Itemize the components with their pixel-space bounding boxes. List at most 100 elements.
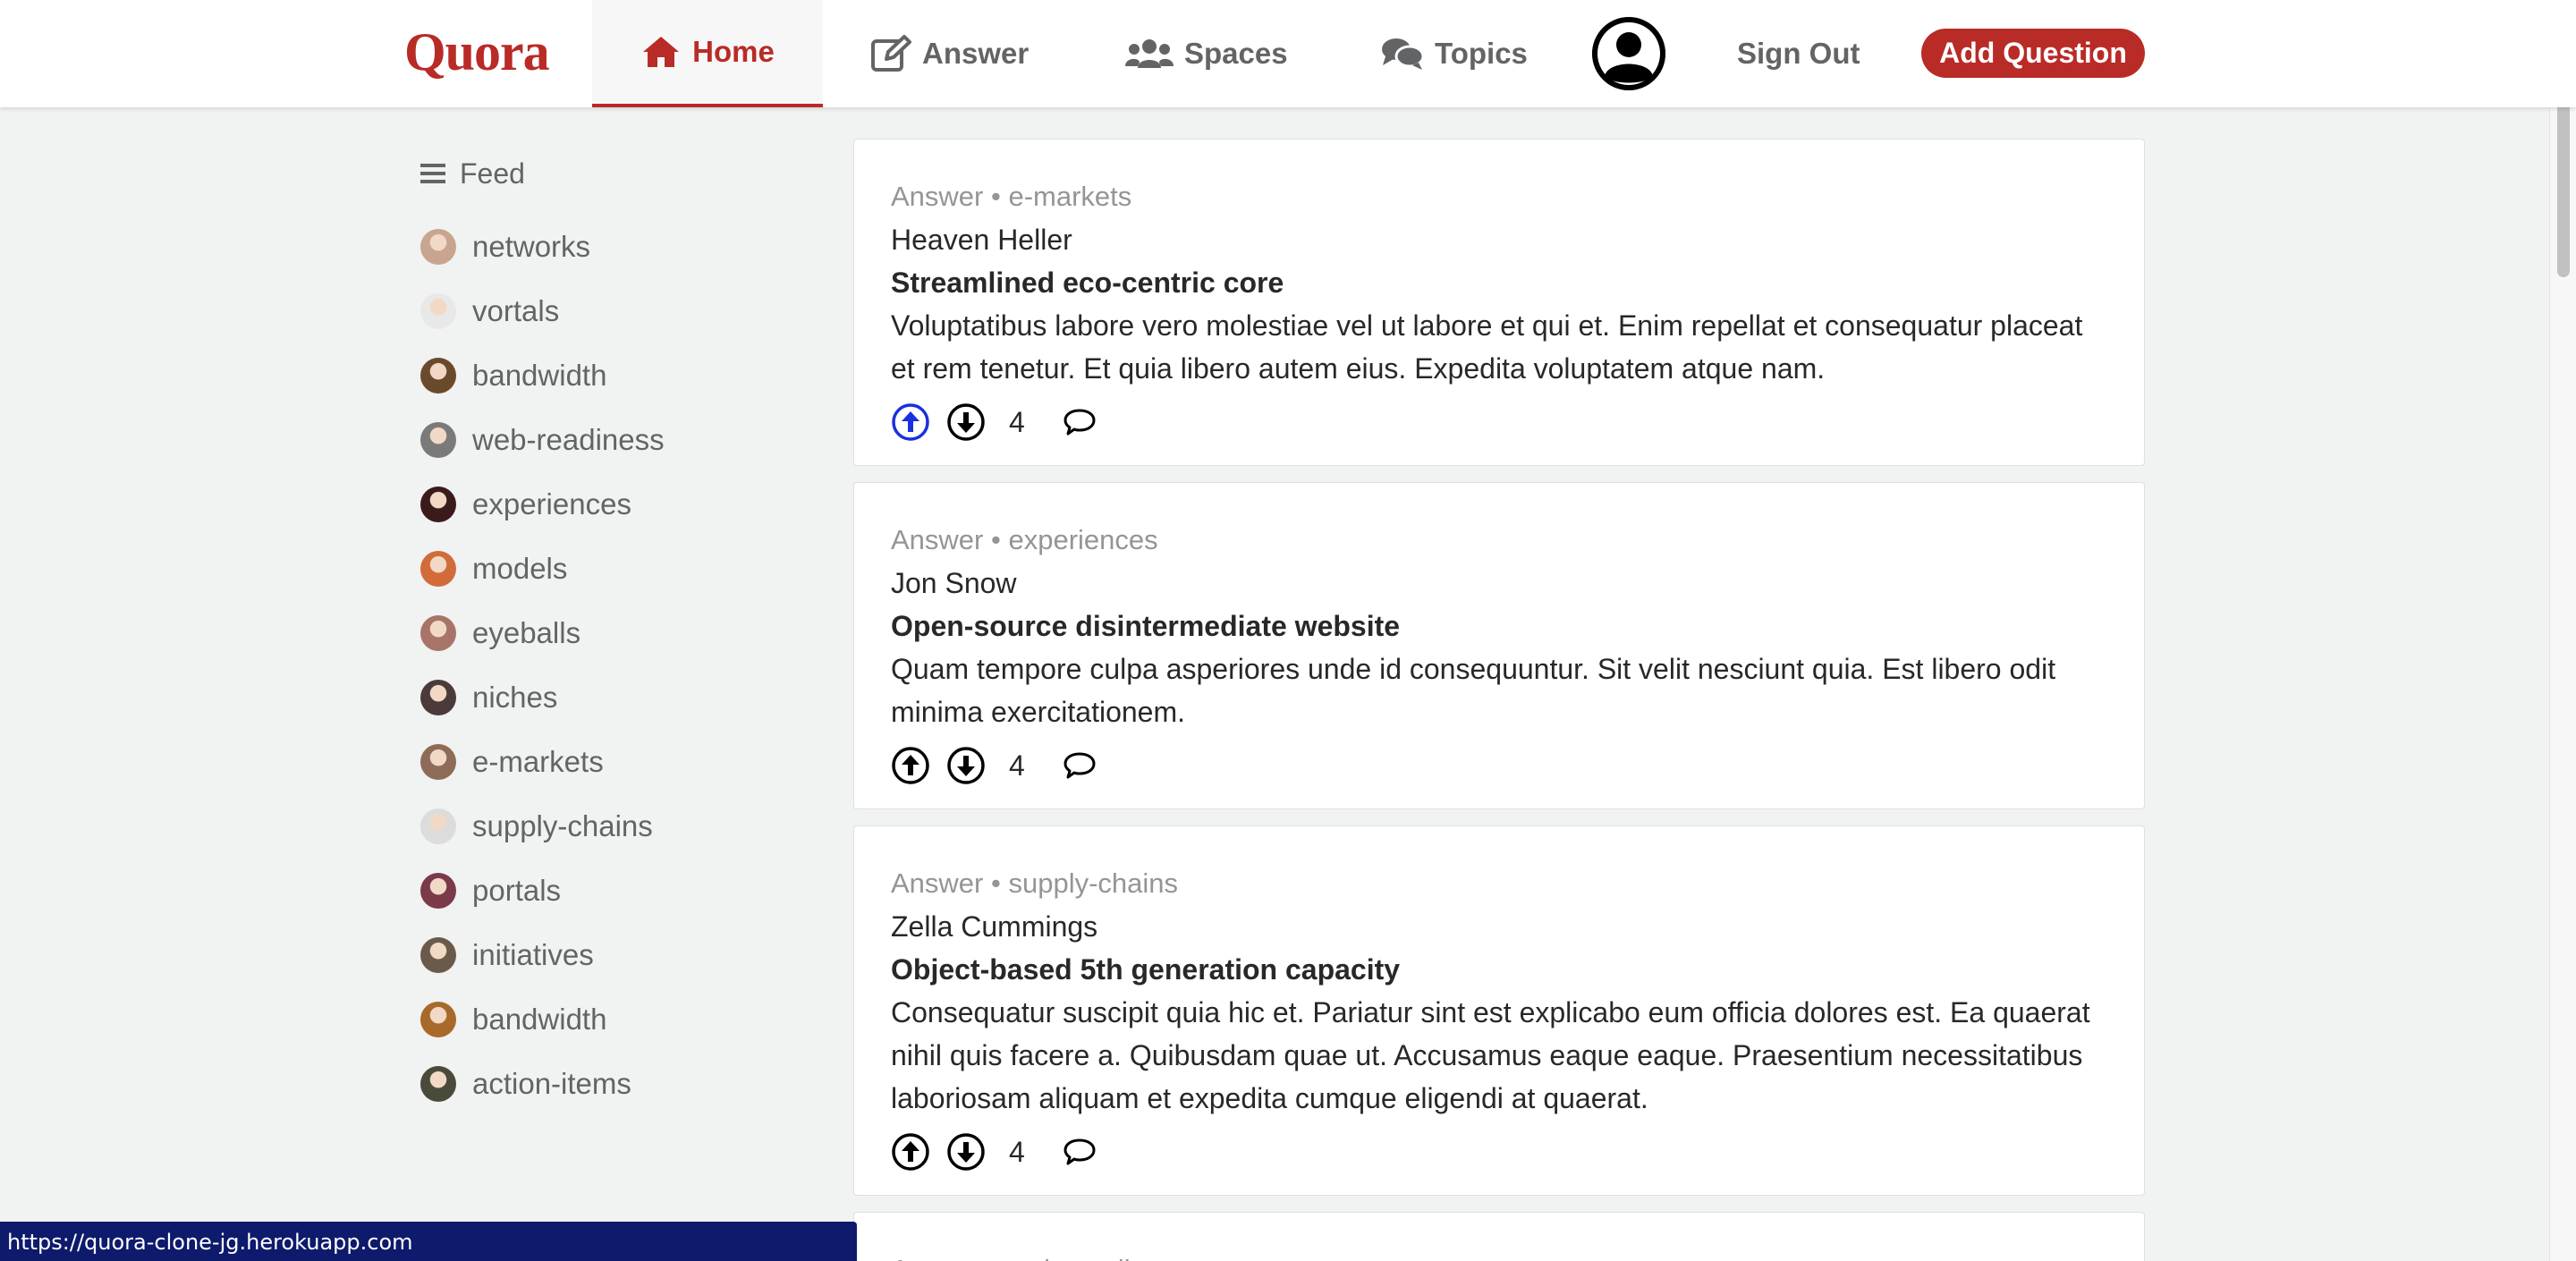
menu-icon	[420, 164, 445, 183]
card-type: Answer	[891, 867, 984, 899]
nav-answer[interactable]: Answer	[870, 0, 1029, 107]
card-topic[interactable]: experiences	[1008, 524, 1157, 555]
upvote-icon[interactable]	[891, 402, 930, 442]
topic-avatar	[420, 937, 456, 973]
sidebar-item-label: supply-chains	[472, 809, 653, 842]
topic-avatar	[420, 358, 456, 394]
topic-avatar	[420, 615, 456, 651]
sidebar-item-supply-chains[interactable]: supply-chains	[420, 794, 796, 859]
sidebar-item-eyeballs[interactable]: eyeballs	[420, 601, 796, 665]
sidebar-feed[interactable]: Feed	[420, 152, 796, 195]
sidebar-item-initiatives[interactable]: initiatives	[420, 923, 796, 987]
comment-icon[interactable]	[1063, 749, 1097, 783]
sidebar-item-label: niches	[472, 681, 558, 714]
card-author[interactable]: Heaven Heller	[891, 218, 2108, 261]
card-topic[interactable]: web-readiness	[1008, 1254, 1189, 1261]
downvote-icon[interactable]	[946, 402, 986, 442]
sidebar-item-bandwidth[interactable]: bandwidth	[420, 343, 796, 408]
nav-home[interactable]: Home	[592, 0, 823, 107]
sidebar-item-experiences[interactable]: experiences	[420, 472, 796, 537]
sidebar-item-label: portals	[472, 874, 562, 907]
card-body: Voluptatibus labore vero molestiae vel u…	[891, 309, 2083, 385]
answer-card: Answer • experiences Jon Snow Open-source …	[853, 482, 2145, 809]
topic-avatar	[420, 744, 456, 780]
add-question-button[interactable]: Add Question	[1921, 29, 2145, 78]
sidebar-item-label: action-items	[472, 1067, 631, 1100]
nav-spaces[interactable]: Spaces	[1125, 0, 1288, 107]
card-meta: Answer • experiences	[891, 524, 1158, 555]
sidebar-item-label: initiatives	[472, 938, 594, 971]
sidebar-item-portals[interactable]: portals	[420, 859, 796, 923]
sidebar-item-networks[interactable]: networks	[420, 215, 796, 279]
sidebar-item-action-items[interactable]: action-items	[420, 1052, 796, 1116]
card-actions: 4	[891, 744, 2108, 787]
card-title[interactable]: Open-source disintermediate website	[891, 605, 2108, 647]
answer-card: Answer • e-markets Heaven Heller Streamlin…	[853, 139, 2145, 466]
upvote-icon[interactable]	[891, 1132, 930, 1172]
topic-avatar	[420, 1066, 456, 1102]
link-status-bar: https://quora-clone-jg.herokuapp.com	[0, 1222, 857, 1261]
sidebar-item-label: web-readiness	[472, 423, 665, 456]
card-actions: 4	[891, 401, 2108, 444]
answer-feed: Answer • e-markets Heaven Heller Streamlin…	[853, 139, 2145, 1261]
comments-icon	[1382, 38, 1424, 70]
topic-avatar	[420, 551, 456, 587]
card-title[interactable]: Streamlined eco-centric core	[891, 261, 2108, 304]
sidebar-item-label: e-markets	[472, 745, 604, 778]
vote-count: 4	[1009, 1135, 1025, 1168]
card-author[interactable]: Zella Cummings	[891, 905, 2108, 948]
topic-avatar	[420, 487, 456, 522]
sidebar-item-label: networks	[472, 230, 591, 263]
sidebar-item-label: models	[472, 552, 568, 585]
card-topic[interactable]: e-markets	[1008, 181, 1131, 212]
comment-icon[interactable]	[1063, 1135, 1097, 1169]
card-meta: Answer • web-readiness	[891, 1248, 2108, 1261]
sidebar-item-bandwidth[interactable]: bandwidth	[420, 987, 796, 1052]
nav-answer-label: Answer	[922, 37, 1030, 70]
topic-avatar	[420, 229, 456, 265]
sign-out-link[interactable]: Sign Out	[1737, 0, 1860, 107]
card-body: Quam tempore culpa asperiores unde id co…	[891, 653, 2056, 728]
downvote-icon[interactable]	[946, 746, 986, 785]
sidebar-item-vortals[interactable]: vortals	[420, 279, 796, 343]
card-author[interactable]: Jon Snow	[891, 562, 2108, 605]
sidebar-item-web-readiness[interactable]: web-readiness	[420, 408, 796, 472]
answer-card: Answer • supply-chains Zella Cummings Obje…	[853, 825, 2145, 1196]
sidebar-item-label: experiences	[472, 487, 631, 520]
topic-avatar	[420, 808, 456, 844]
sidebar-item-label: bandwidth	[472, 359, 607, 392]
page-scrollbar[interactable]	[2549, 0, 2576, 1261]
card-type: Answer	[891, 524, 984, 555]
sidebar-item-label: vortals	[472, 294, 560, 327]
nav-spaces-label: Spaces	[1184, 37, 1288, 70]
card-topic[interactable]: supply-chains	[1008, 867, 1178, 899]
sidebar-feed-label: Feed	[460, 157, 525, 190]
sidebar-item-e-markets[interactable]: e-markets	[420, 730, 796, 794]
vote-count: 4	[1009, 749, 1025, 782]
sidebar-item-label: bandwidth	[472, 1003, 607, 1036]
answer-card: Answer • web-readiness	[853, 1212, 2145, 1261]
card-title[interactable]: Object-based 5th generation capacity	[891, 948, 2108, 991]
users-icon	[1125, 39, 1174, 68]
topic-avatar	[420, 873, 456, 909]
nav-topics[interactable]: Topics	[1381, 0, 1528, 107]
card-type: Answer	[891, 181, 984, 212]
vote-count: 4	[1009, 405, 1025, 438]
edit-icon	[871, 35, 911, 72]
sidebar-item-label: eyeballs	[472, 616, 581, 649]
top-navbar: Quora Home Answer Spaces Topics Sign Out…	[0, 0, 2576, 107]
quora-logo[interactable]: Quora	[404, 21, 550, 83]
sidebar-item-models[interactable]: models	[420, 537, 796, 601]
comment-icon[interactable]	[1063, 405, 1097, 439]
topic-avatar	[420, 293, 456, 329]
card-meta: Answer • e-markets	[891, 181, 1132, 212]
sidebar: Feed networks vortals bandwidth web-readine…	[420, 152, 796, 1116]
topic-avatar	[420, 680, 456, 715]
sidebar-item-niches[interactable]: niches	[420, 665, 796, 730]
downvote-icon[interactable]	[946, 1132, 986, 1172]
card-body: Consequatur suscipit quia hic et. Pariat…	[891, 996, 2090, 1114]
nav-home-label: Home	[692, 35, 775, 68]
upvote-icon[interactable]	[891, 746, 930, 785]
card-meta: Answer • supply-chains	[891, 867, 1179, 899]
user-avatar[interactable]	[1592, 17, 1665, 90]
